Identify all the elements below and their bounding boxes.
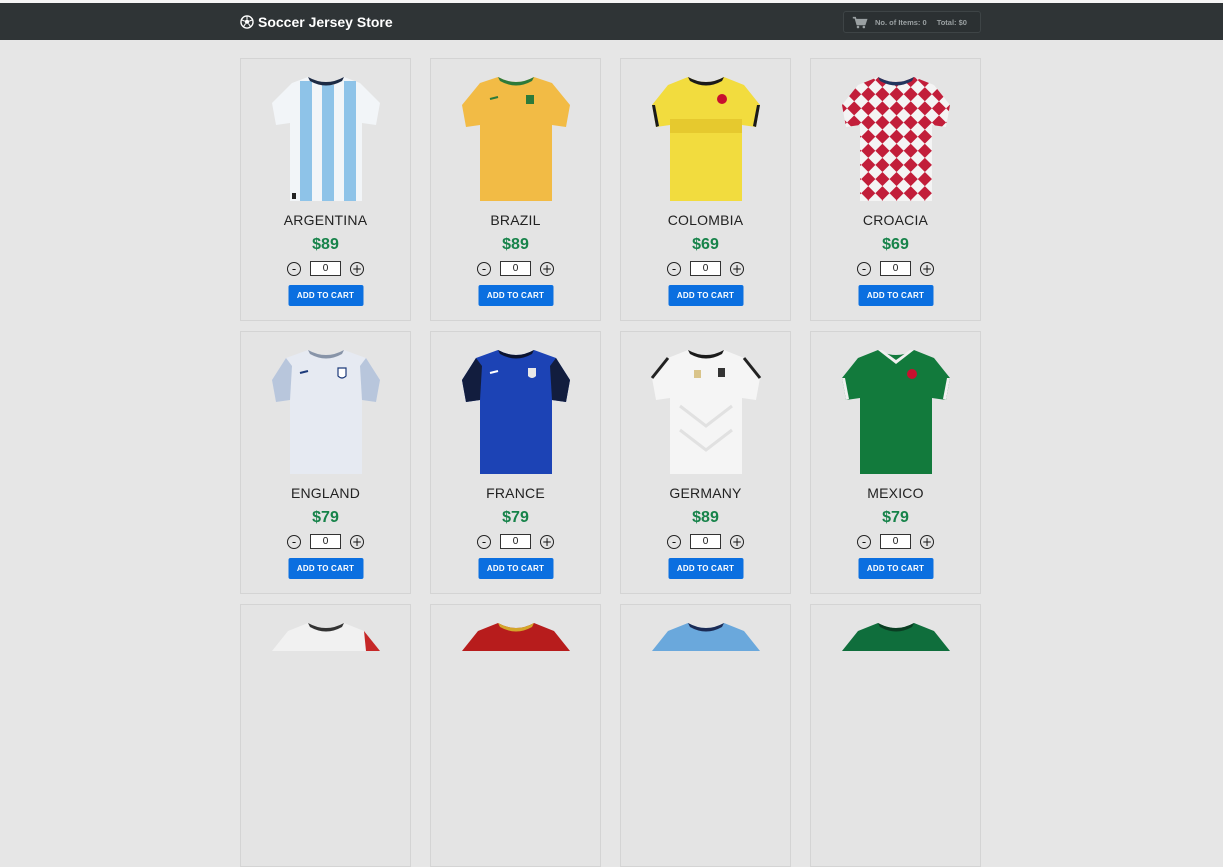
shopping-cart-icon	[852, 16, 868, 28]
product-name: COLOMBIA	[667, 212, 744, 228]
product-name: ENGLAND	[290, 485, 361, 501]
jersey-image-partial	[841, 623, 950, 651]
product-card-mexico: MEXICO $79 - 0 + ADD TO CART	[810, 331, 981, 594]
jersey-image-partial	[651, 623, 760, 651]
add-to-cart-button[interactable]: ADD TO CART	[668, 285, 743, 306]
product-name: CROACIA	[862, 212, 929, 228]
product-name: ARGENTINA	[283, 212, 368, 228]
quantity-stepper: - 0 +	[241, 261, 410, 276]
product-card-argentina: ARGENTINA $89 - 0 + ADD TO CART	[240, 58, 411, 321]
quantity-input[interactable]: 0	[500, 261, 531, 276]
cart-summary[interactable]: No. of Items: 0 Total: $0	[843, 11, 981, 33]
brazil-jersey-image	[461, 77, 570, 201]
jersey-image-partial	[461, 623, 570, 651]
product-price: $79	[502, 509, 529, 526]
product-name: FRANCE	[486, 485, 545, 501]
product-price: $79	[882, 509, 909, 526]
product-card-france: FRANCE $79 - 0 + ADD TO CART	[430, 331, 601, 594]
product-price: $89	[692, 509, 719, 526]
increase-button[interactable]: +	[730, 534, 744, 549]
product-card-partial	[240, 604, 411, 867]
store-brand[interactable]: Soccer Jersey Store	[240, 3, 393, 40]
product-price: $69	[882, 236, 909, 253]
quantity-input[interactable]: 0	[310, 534, 341, 549]
add-to-cart-button[interactable]: ADD TO CART	[478, 558, 553, 579]
colombia-jersey-image	[651, 77, 760, 201]
increase-button[interactable]: +	[540, 261, 554, 276]
quantity-stepper: - 0 +	[431, 534, 600, 549]
product-card-england: ENGLAND $79 - 0 + ADD TO CART	[240, 331, 411, 594]
cart-item-count: No. of Items: 0	[875, 17, 927, 27]
product-grid: ARGENTINA $89 - 0 + ADD TO CART BRAZIL $…	[240, 58, 981, 867]
decrease-button[interactable]: -	[857, 261, 871, 276]
store-title: Soccer Jersey Store	[258, 13, 393, 30]
product-card-croacia: CROACIA $69 - 0 + ADD TO CART	[810, 58, 981, 321]
add-to-cart-button[interactable]: ADD TO CART	[858, 285, 933, 306]
quantity-stepper: - 0 +	[621, 261, 790, 276]
product-card-colombia: COLOMBIA $69 - 0 + ADD TO CART	[620, 58, 791, 321]
decrease-button[interactable]: -	[857, 534, 871, 549]
add-to-cart-button[interactable]: ADD TO CART	[478, 285, 553, 306]
argentina-jersey-image	[271, 77, 380, 201]
france-jersey-image	[461, 350, 570, 474]
product-price: $89	[502, 236, 529, 253]
decrease-button[interactable]: -	[287, 534, 301, 549]
increase-button[interactable]: +	[920, 261, 934, 276]
quantity-input[interactable]: 0	[880, 261, 911, 276]
quantity-input[interactable]: 0	[690, 261, 721, 276]
product-price: $79	[312, 509, 339, 526]
increase-button[interactable]: +	[920, 534, 934, 549]
decrease-button[interactable]: -	[477, 261, 491, 276]
cart-total: Total: $0	[936, 17, 967, 27]
product-price: $89	[312, 236, 339, 253]
product-card-partial	[810, 604, 981, 867]
croacia-jersey-image	[841, 77, 950, 201]
add-to-cart-button[interactable]: ADD TO CART	[288, 558, 363, 579]
decrease-button[interactable]: -	[667, 534, 681, 549]
increase-button[interactable]: +	[540, 534, 554, 549]
product-card-partial	[620, 604, 791, 867]
product-card-partial	[430, 604, 601, 867]
quantity-stepper: - 0 +	[811, 534, 980, 549]
increase-button[interactable]: +	[730, 261, 744, 276]
decrease-button[interactable]: -	[667, 261, 681, 276]
product-card-germany: GERMANY $89 - 0 + ADD TO CART	[620, 331, 791, 594]
add-to-cart-button[interactable]: ADD TO CART	[858, 558, 933, 579]
product-price: $69	[692, 236, 719, 253]
jersey-image-partial	[271, 623, 380, 651]
england-jersey-image	[271, 350, 380, 474]
product-card-brazil: BRAZIL $89 - 0 + ADD TO CART	[430, 58, 601, 321]
mexico-jersey-image	[841, 350, 950, 474]
product-name: GERMANY	[669, 485, 742, 501]
germany-jersey-image	[650, 350, 761, 474]
product-name: MEXICO	[867, 485, 924, 501]
quantity-stepper: - 0 +	[621, 534, 790, 549]
increase-button[interactable]: +	[350, 534, 364, 549]
quantity-stepper: - 0 +	[241, 534, 410, 549]
add-to-cart-button[interactable]: ADD TO CART	[288, 285, 363, 306]
decrease-button[interactable]: -	[477, 534, 491, 549]
soccer-ball-icon	[240, 14, 254, 29]
product-name: BRAZIL	[490, 212, 541, 228]
add-to-cart-button[interactable]: ADD TO CART	[668, 558, 743, 579]
quantity-input[interactable]: 0	[880, 534, 911, 549]
quantity-input[interactable]: 0	[690, 534, 721, 549]
decrease-button[interactable]: -	[287, 261, 301, 276]
quantity-stepper: - 0 +	[811, 261, 980, 276]
quantity-stepper: - 0 +	[431, 261, 600, 276]
quantity-input[interactable]: 0	[310, 261, 341, 276]
increase-button[interactable]: +	[350, 261, 364, 276]
navbar: Soccer Jersey Store No. of Items: 0 Tota…	[0, 3, 1223, 40]
quantity-input[interactable]: 0	[500, 534, 531, 549]
